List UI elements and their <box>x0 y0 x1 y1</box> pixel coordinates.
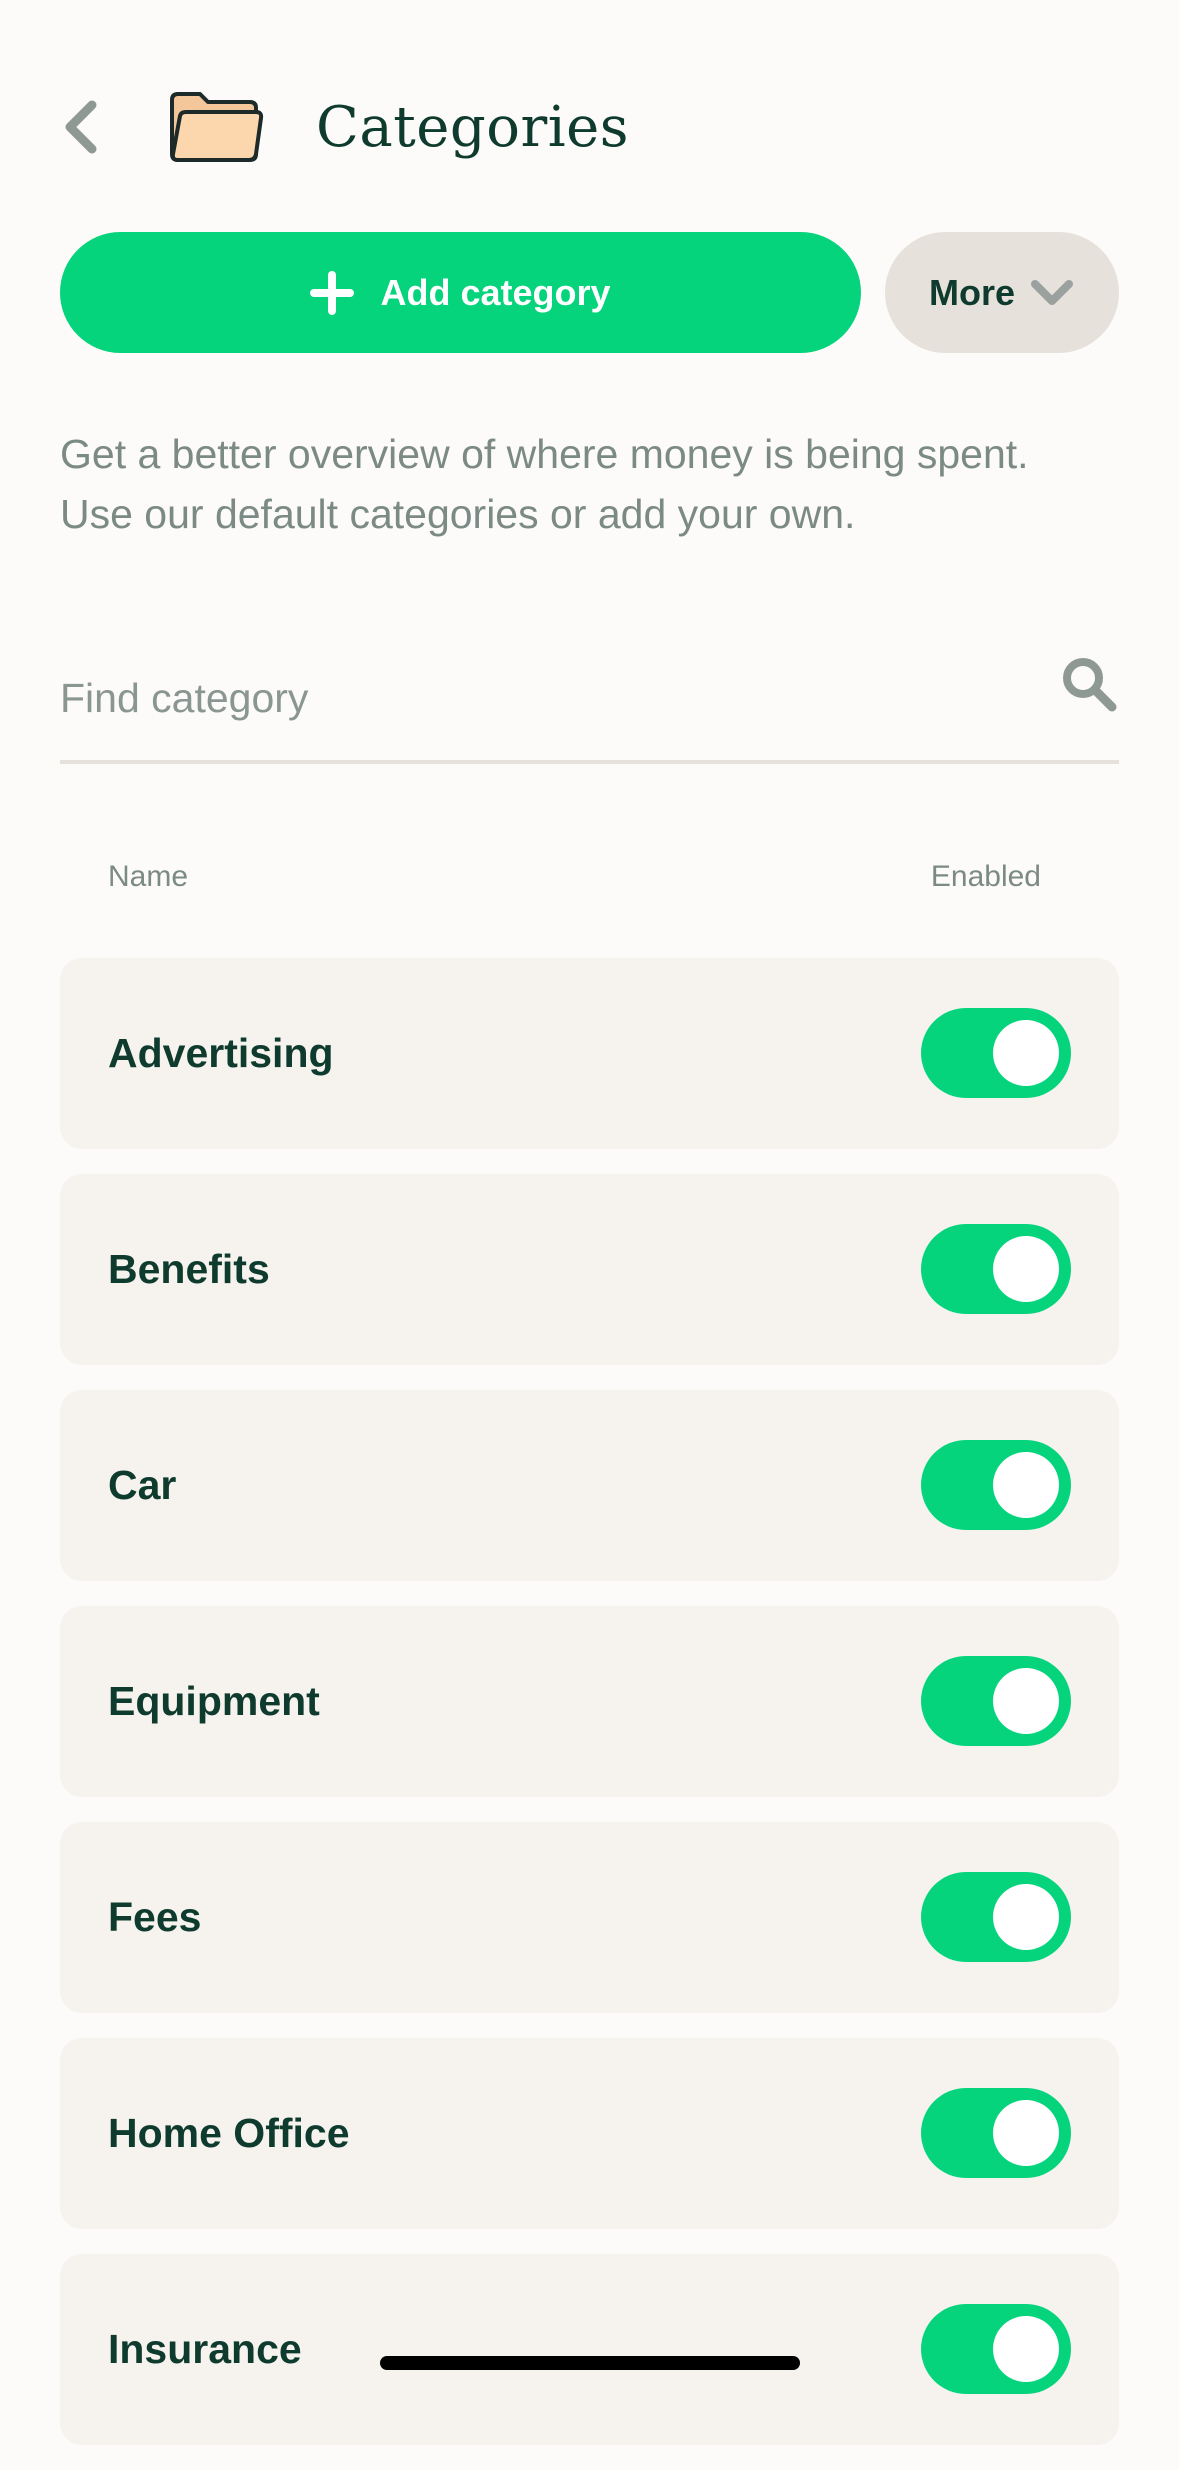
category-row-benefits[interactable]: Benefits <box>60 1174 1119 1365</box>
toggle-knob <box>993 1020 1059 1086</box>
add-category-label: Add category <box>380 271 611 313</box>
enabled-toggle[interactable] <box>921 1008 1071 1098</box>
add-category-button[interactable]: Add category <box>60 232 861 353</box>
category-row-equipment[interactable]: Equipment <box>60 1606 1119 1797</box>
more-label: More <box>928 271 1015 313</box>
toggle-knob <box>993 2100 1059 2166</box>
category-row-fees[interactable]: Fees <box>60 1822 1119 2013</box>
toggle-knob <box>993 1236 1059 1302</box>
enabled-toggle[interactable] <box>921 1872 1071 1962</box>
enabled-toggle[interactable] <box>921 1656 1071 1746</box>
toggle-knob <box>993 2316 1059 2382</box>
plus-icon <box>310 270 355 315</box>
column-header-enabled: Enabled <box>930 860 1041 893</box>
enabled-toggle[interactable] <box>921 1224 1071 1314</box>
category-name: Advertising <box>108 1030 334 1076</box>
category-name: Fees <box>108 1894 202 1940</box>
toggle-knob <box>993 1884 1059 1950</box>
category-row-car[interactable]: Car <box>60 1390 1119 1581</box>
description: Get a better overview of where money is … <box>60 424 1140 544</box>
search-bar <box>60 640 1119 764</box>
category-name: Insurance <box>108 2326 302 2372</box>
action-bar: Add category More <box>60 232 1119 353</box>
category-row-home-office[interactable]: Home Office <box>60 2038 1119 2229</box>
enabled-toggle[interactable] <box>921 2088 1071 2178</box>
category-name: Home Office <box>108 2110 350 2156</box>
folder-icon <box>166 88 266 166</box>
search-icon[interactable] <box>1059 654 1119 714</box>
category-name: Benefits <box>108 1246 270 1292</box>
description-line-1: Get a better overview of where money is … <box>60 431 1029 477</box>
search-input[interactable] <box>60 658 980 738</box>
home-indicator[interactable] <box>380 2356 800 2370</box>
toggle-knob <box>993 1668 1059 1734</box>
category-row-insurance[interactable]: Insurance <box>60 2254 1119 2445</box>
enabled-toggle[interactable] <box>921 1440 1071 1530</box>
header: Categories <box>60 88 1119 166</box>
toggle-knob <box>993 1452 1059 1518</box>
category-row-advertising[interactable]: Advertising <box>60 958 1119 1149</box>
more-button[interactable]: More <box>885 232 1119 353</box>
page-title: Categories <box>316 94 629 160</box>
description-line-2: Use our default categories or add your o… <box>60 491 856 537</box>
category-name: Car <box>108 1462 177 1508</box>
enabled-toggle[interactable] <box>921 2304 1071 2394</box>
back-button[interactable] <box>60 88 104 166</box>
chevron-down-icon <box>1031 279 1073 305</box>
chevron-left-icon <box>65 100 97 154</box>
category-name: Equipment <box>108 1678 320 1724</box>
category-list: Advertising Benefits Car Equipment Fees … <box>60 958 1119 2470</box>
column-header-name: Name <box>108 860 189 893</box>
